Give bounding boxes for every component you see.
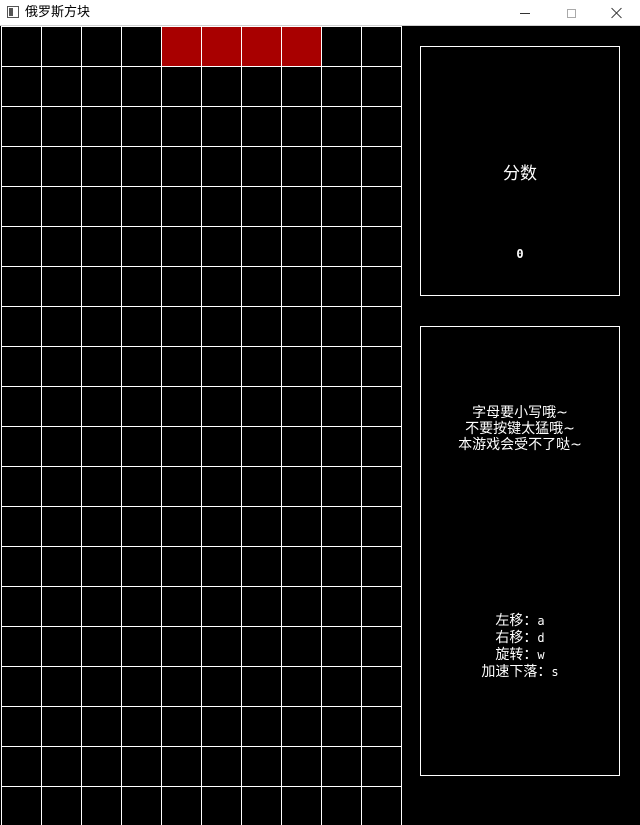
control-key: d — [537, 631, 545, 645]
tip-line: 本游戏会受不了哒~ — [458, 437, 582, 453]
close-icon — [611, 7, 623, 19]
title-bar[interactable]: 俄罗斯方块 — [0, 0, 640, 26]
close-button[interactable] — [594, 0, 640, 26]
control-action: 左移： — [495, 613, 538, 629]
tips-text: 字母要小写哦~ 不要按键太猛哦~ 本游戏会受不了哒~ — [421, 405, 619, 453]
control-move-right: 右移：d — [421, 630, 619, 647]
control-key: s — [551, 665, 559, 679]
tip-line: 不要按键太猛哦~ — [465, 421, 575, 437]
control-action: 右移： — [495, 630, 538, 646]
score-label: 分数 — [503, 164, 537, 184]
control-drop: 加速下落：s — [421, 664, 619, 681]
control-move-left: 左移：a — [421, 613, 619, 630]
window-title: 俄罗斯方块 — [25, 5, 91, 20]
active-piece-cell — [201, 26, 241, 66]
control-rotate: 旋转：w — [421, 647, 619, 664]
active-piece-cell — [241, 26, 281, 66]
maximize-button[interactable] — [548, 0, 594, 26]
info-panel: 字母要小写哦~ 不要按键太猛哦~ 本游戏会受不了哒~ 左移：a 右移：d 旋转：… — [420, 326, 620, 776]
minimize-icon — [520, 12, 530, 14]
controls-list: 左移：a 右移：d 旋转：w 加速下落：s — [421, 613, 619, 681]
minimize-button[interactable] — [502, 0, 548, 26]
control-action: 旋转： — [495, 647, 538, 663]
game-board[interactable] — [0, 26, 402, 825]
active-piece-cell — [281, 26, 321, 66]
score-value: 0 — [516, 247, 524, 261]
window-app-icon — [7, 6, 19, 18]
game-area[interactable]: 分数 0 字母要小写哦~ 不要按键太猛哦~ 本游戏会受不了哒~ 左移：a 右移：… — [0, 26, 640, 825]
maximize-icon — [566, 8, 576, 18]
active-piece-cell — [161, 26, 201, 66]
control-action: 加速下落： — [481, 664, 552, 680]
board-grid — [1, 26, 402, 825]
control-key: a — [537, 614, 545, 628]
score-panel: 分数 0 — [420, 46, 620, 296]
control-key: w — [537, 648, 545, 662]
tip-line: 字母要小写哦~ — [472, 405, 568, 421]
